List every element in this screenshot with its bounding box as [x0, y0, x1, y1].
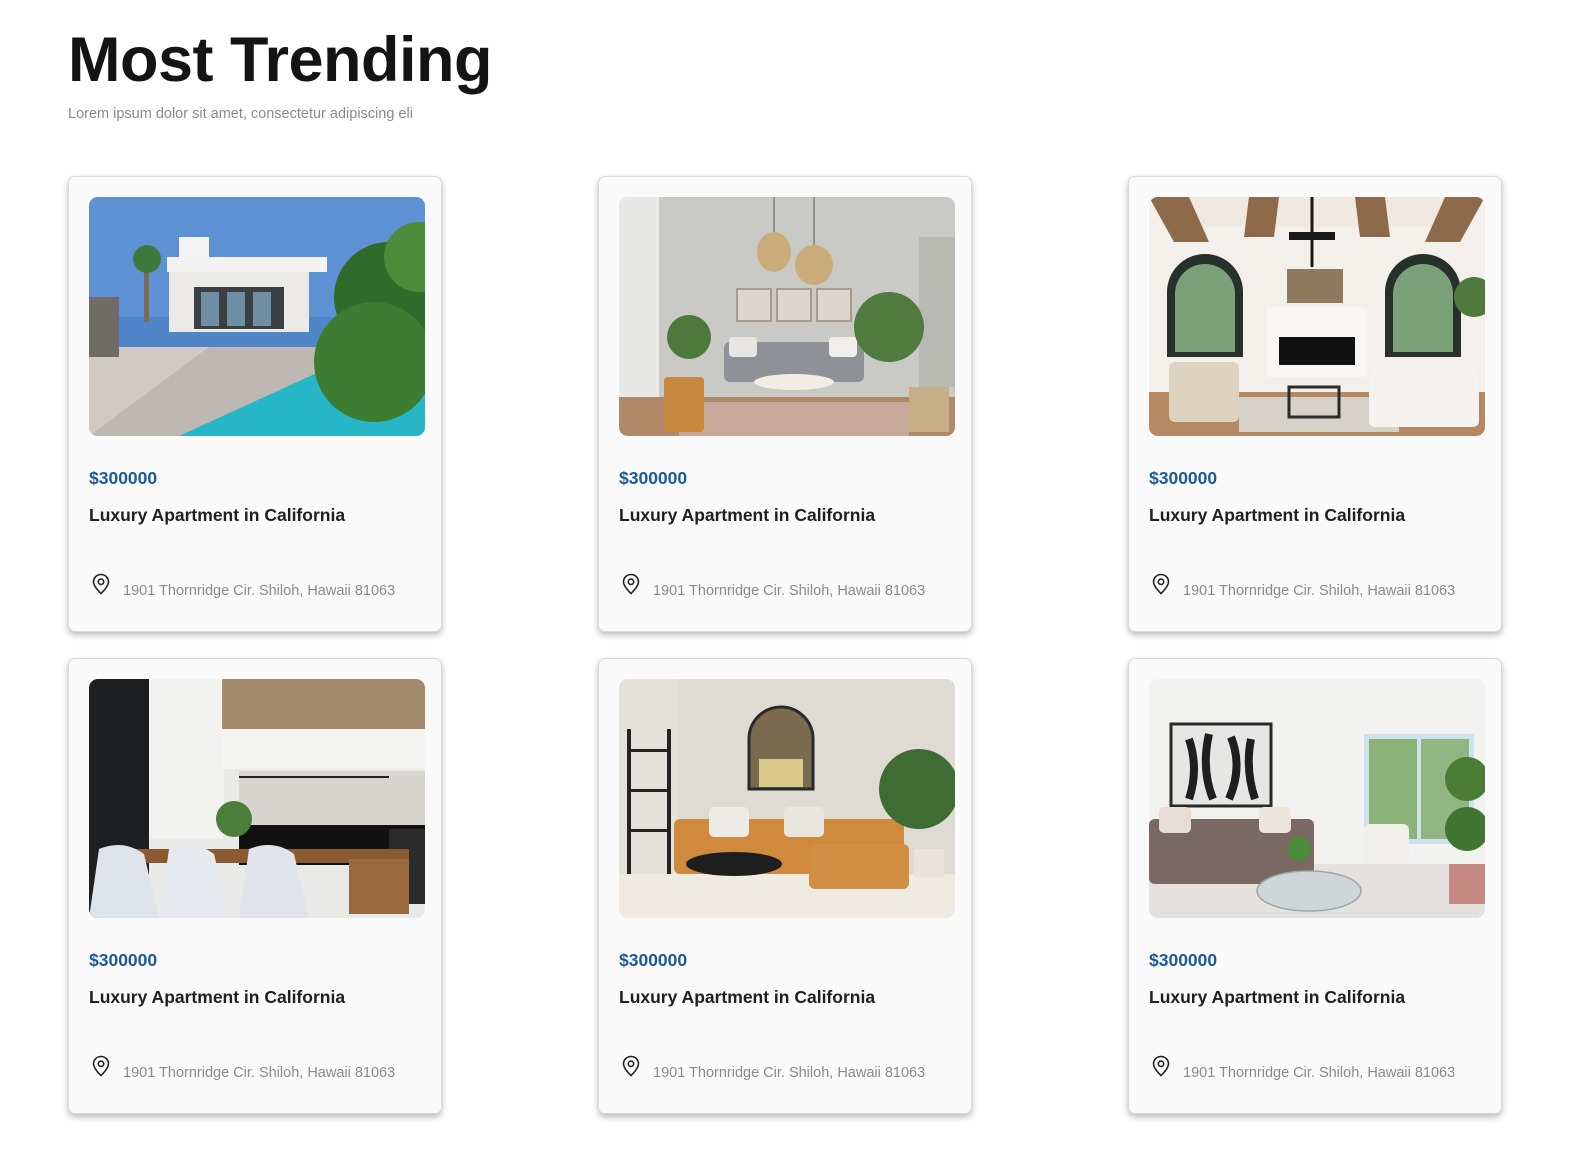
map-pin-icon [91, 573, 111, 595]
listing-address: 1901 Thornridge Cir. Shiloh, Hawaii 8106… [123, 583, 396, 599]
listing-price: $300000 [1149, 950, 1218, 970]
listing-card[interactable]: $300000 Luxury Apartment in California 1… [1128, 658, 1502, 1114]
listing-price: $300000 [89, 468, 158, 488]
listing-title[interactable]: Luxury Apartment in California [1149, 986, 1405, 1008]
listing-address: 1901 Thornridge Cir. Shiloh, Hawaii 8106… [1183, 583, 1456, 599]
listing-title[interactable]: Luxury Apartment in California [89, 504, 345, 526]
listing-card[interactable]: $300000 Luxury Apartment in California 1… [1128, 176, 1502, 632]
listing-image[interactable] [1149, 679, 1485, 918]
listing-price: $300000 [1149, 468, 1218, 488]
listing-card[interactable]: $300000 Luxury Apartment in California 1… [598, 658, 972, 1114]
listing-price: $300000 [619, 468, 688, 488]
map-pin-icon [621, 573, 641, 595]
page-title: Most Trending [68, 25, 492, 95]
listing-card[interactable]: $300000 Luxury Apartment in California 1… [68, 658, 442, 1114]
listing-image[interactable] [619, 197, 955, 436]
map-pin-icon [1151, 1055, 1171, 1077]
listing-image[interactable] [1149, 197, 1485, 436]
listing-image[interactable] [89, 197, 425, 436]
map-pin-icon [91, 1055, 111, 1077]
map-pin-icon [1151, 573, 1171, 595]
listing-address: 1901 Thornridge Cir. Shiloh, Hawaii 8106… [653, 1065, 926, 1081]
listing-address: 1901 Thornridge Cir. Shiloh, Hawaii 8106… [123, 1065, 396, 1081]
listing-card[interactable]: $300000 Luxury Apartment in California 1… [68, 176, 442, 632]
listing-price: $300000 [619, 950, 688, 970]
listing-title[interactable]: Luxury Apartment in California [619, 504, 875, 526]
listing-title[interactable]: Luxury Apartment in California [89, 986, 345, 1008]
listing-address: 1901 Thornridge Cir. Shiloh, Hawaii 8106… [1183, 1065, 1456, 1081]
page-subtitle: Lorem ipsum dolor sit amet, consectetur … [68, 106, 413, 122]
listing-title[interactable]: Luxury Apartment in California [619, 986, 875, 1008]
listing-price: $300000 [89, 950, 158, 970]
listing-card[interactable]: $300000 Luxury Apartment in California 1… [598, 176, 972, 632]
listing-title[interactable]: Luxury Apartment in California [1149, 504, 1405, 526]
listing-address: 1901 Thornridge Cir. Shiloh, Hawaii 8106… [653, 583, 926, 599]
listing-image[interactable] [89, 679, 425, 918]
listing-image[interactable] [619, 679, 955, 918]
map-pin-icon [621, 1055, 641, 1077]
